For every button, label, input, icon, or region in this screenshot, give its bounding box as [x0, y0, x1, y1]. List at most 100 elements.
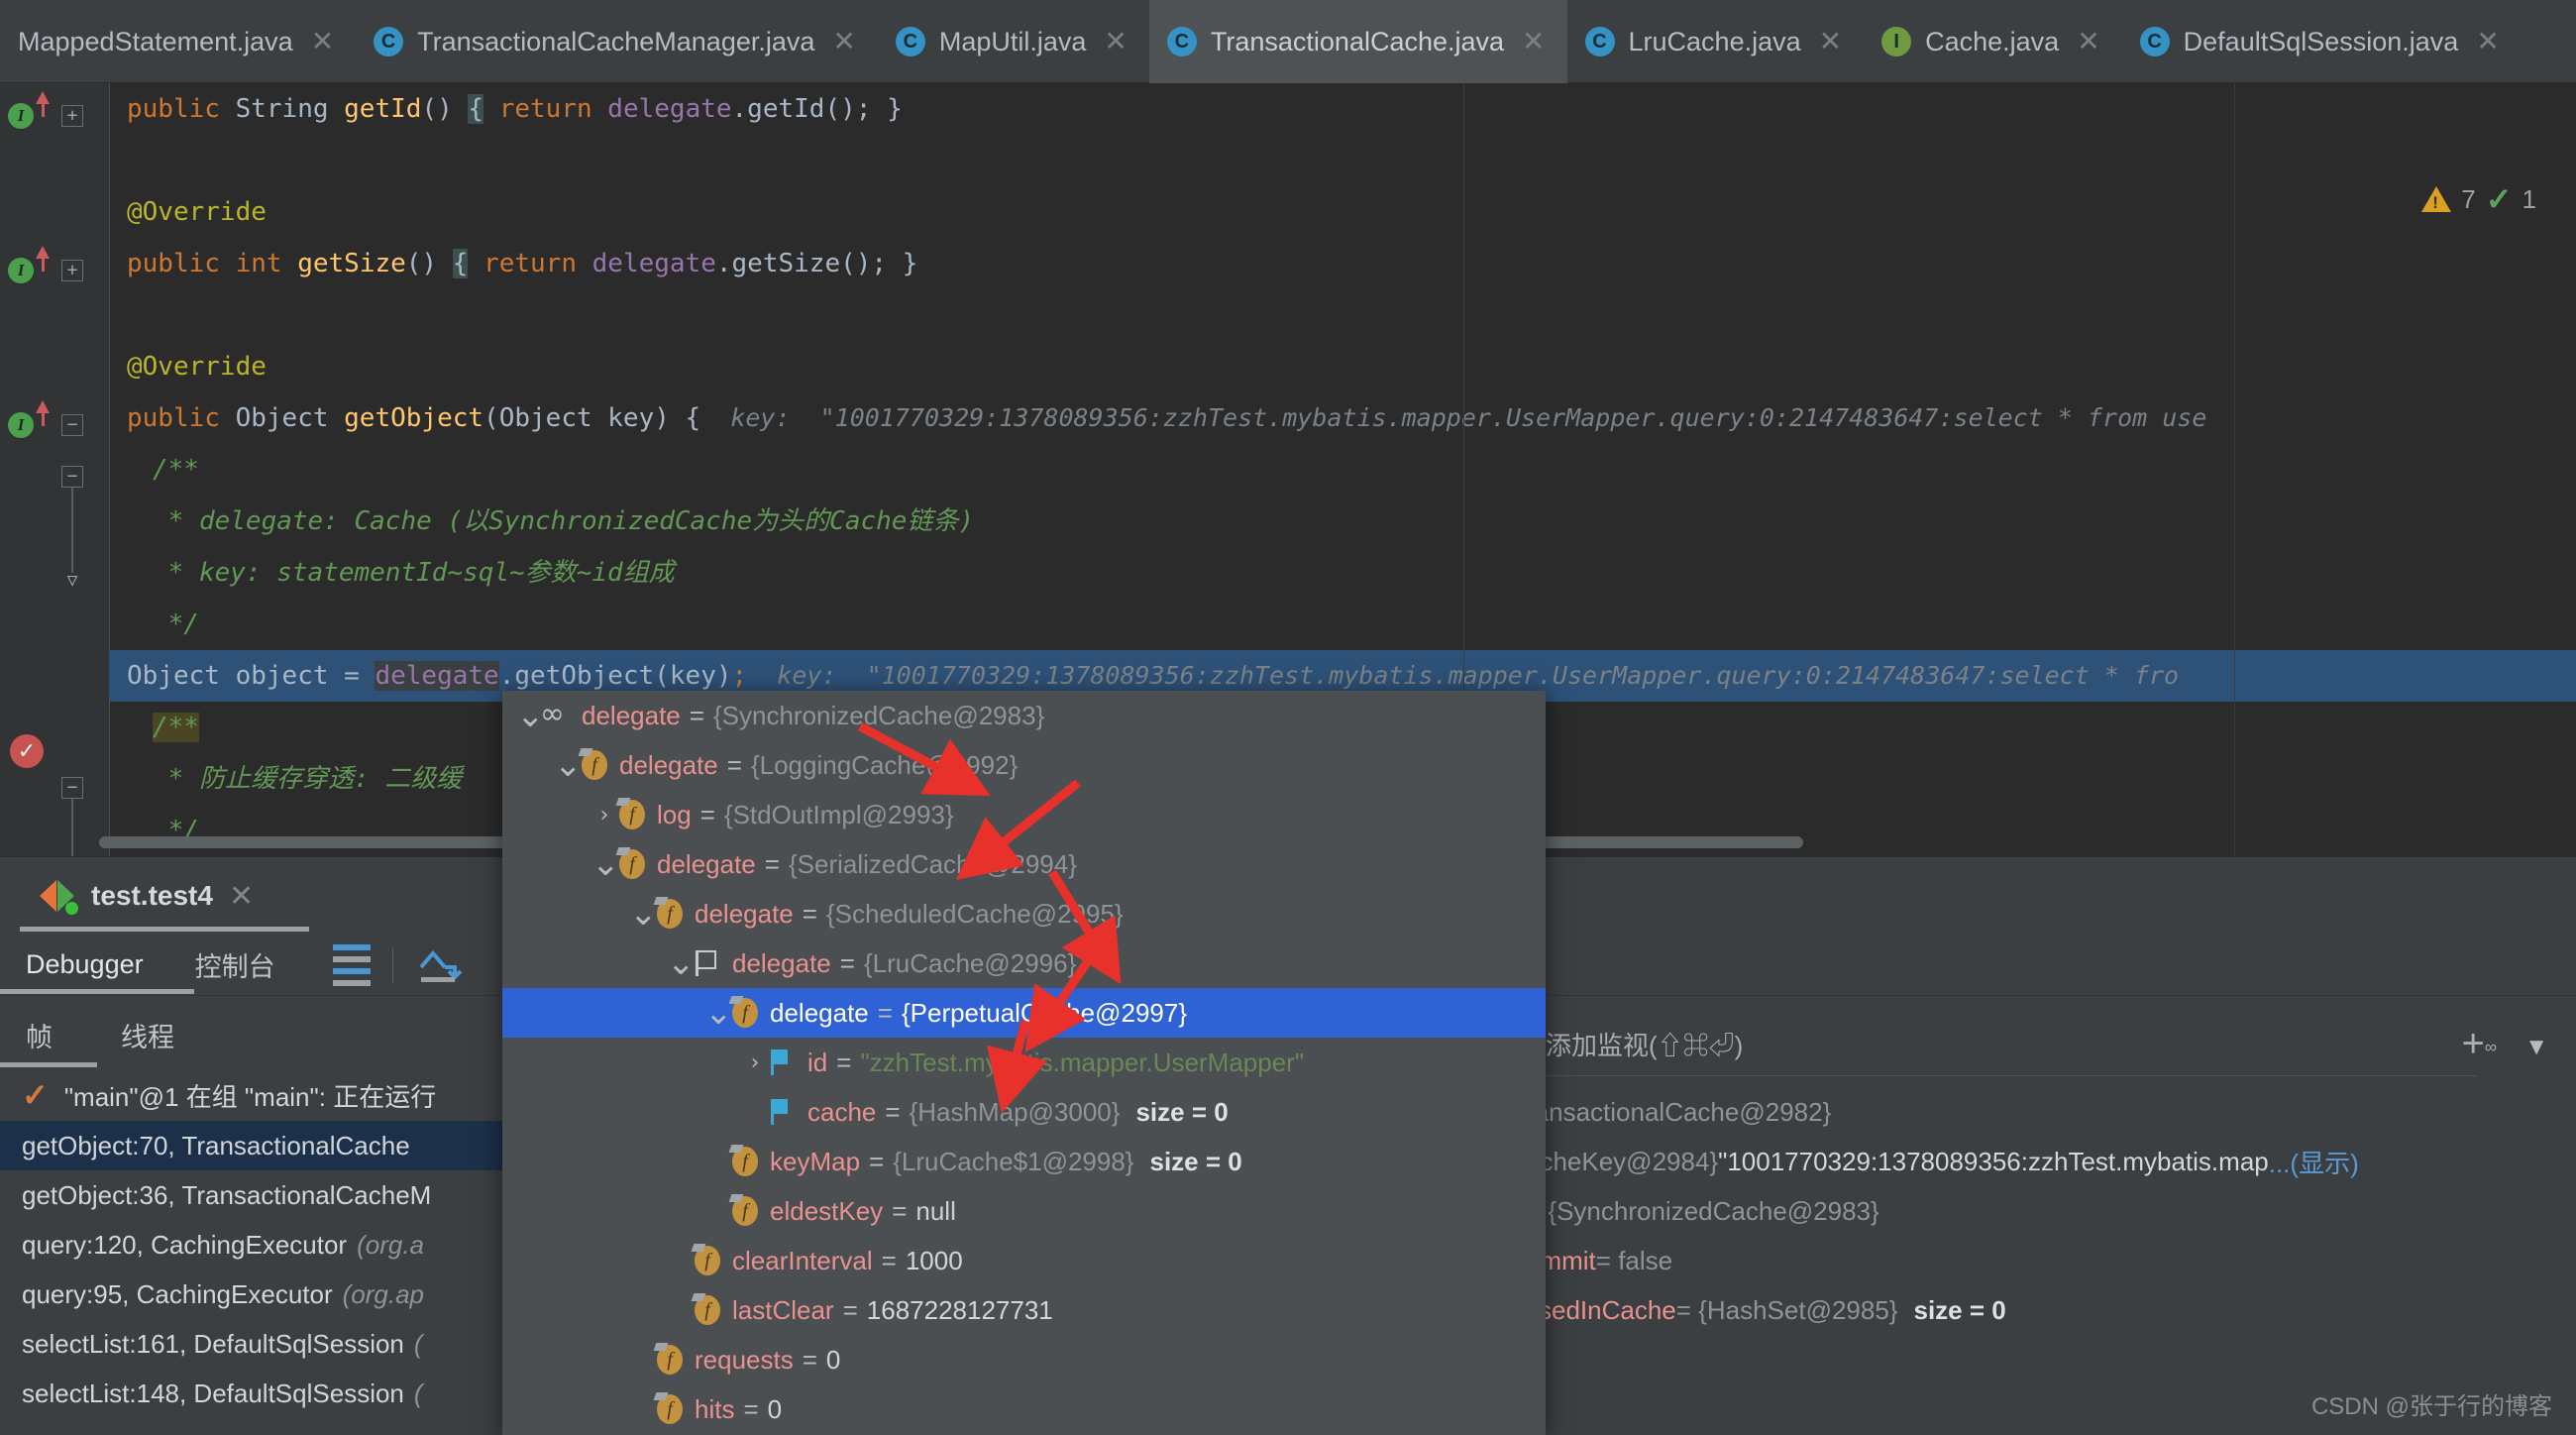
class-icon: C: [895, 27, 925, 56]
equals-sign: =: [836, 1047, 852, 1077]
stack-frame-row[interactable]: getObject:70, TransactionalCache: [0, 1121, 515, 1170]
stack-frame-row[interactable]: selectList:161, DefaultSqlSession (: [0, 1319, 515, 1369]
chevron-right-icon[interactable]: ›: [591, 803, 617, 828]
close-icon[interactable]: ✕: [1819, 28, 1842, 55]
variable-row[interactable]: ommit = false: [1526, 1236, 2517, 1285]
show-value-link[interactable]: ...(显示): [2269, 1144, 2359, 1180]
chevron-down-icon[interactable]: ⌄: [704, 996, 733, 1030]
tree-node-row[interactable]: lastClear = 1687228127731: [502, 1285, 1546, 1335]
stack-frame-row[interactable]: selectList:148, DefaultSqlSession (: [0, 1369, 515, 1418]
override-marker-icon[interactable]: I: [8, 258, 34, 283]
run-configuration-tab[interactable]: test.test4 ✕: [40, 865, 254, 927]
tree-node-row[interactable]: ⌄ delegate = {SerializedCache@2994}: [502, 839, 1546, 889]
fold-expand-icon[interactable]: +: [61, 105, 83, 127]
code-line: @Override: [127, 186, 267, 238]
close-icon[interactable]: ✕: [2077, 28, 2099, 55]
tree-node-row[interactable]: ⌄ delegate = {LoggingCache@2992}: [502, 740, 1546, 790]
editor-tab-transactionalcache[interactable]: C TransactionalCache.java ✕: [1148, 0, 1567, 83]
close-icon[interactable]: ✕: [229, 879, 254, 914]
toolbar-divider: [391, 946, 393, 983]
code-line: /**: [153, 444, 199, 496]
code-token: Object: [127, 661, 236, 691]
stack-frame-row[interactable]: query:95, CachingExecutor (org.ap: [0, 1269, 515, 1319]
run-config-label: test.test4: [91, 880, 213, 911]
tab-console[interactable]: 控制台: [169, 935, 301, 996]
inline-debug-value[interactable]: key: "1001770329:1378089356:zzhTest.myba…: [700, 403, 2206, 432]
restore-layout-icon[interactable]: [415, 945, 465, 985]
tree-node-row[interactable]: › log= {StdOutImpl@2993}: [502, 790, 1546, 839]
tree-node-value: {LruCache@2996}: [863, 947, 1077, 978]
variable-row[interactable]: ssedInCache = {HashSet@2985} size = 0: [1526, 1285, 2517, 1335]
tree-node-row[interactable]: ⌄ delegate = {SynchronizedCache@2983}: [502, 691, 1546, 740]
code-token: {: [452, 249, 469, 278]
close-icon[interactable]: ✕: [1522, 28, 1545, 55]
chevron-down-icon[interactable]: ⌄: [516, 699, 545, 732]
close-icon[interactable]: ✕: [311, 28, 334, 55]
variables-list[interactable]: ransactionalCache@2982} acheKey@2984} "10…: [1526, 1087, 2517, 1335]
thread-status-row[interactable]: ✓ "main"@1 在组 "main": 正在运行: [0, 1069, 515, 1121]
override-marker-icon[interactable]: I: [8, 412, 34, 438]
override-marker-icon[interactable]: I: [8, 103, 34, 129]
close-icon[interactable]: ✕: [1104, 28, 1127, 55]
fold-collapse-icon[interactable]: −: [61, 414, 83, 436]
variable-row[interactable]: = {SynchronizedCache@2983}: [1526, 1186, 2517, 1236]
chevron-right-icon[interactable]: ›: [742, 1050, 768, 1075]
field-icon: [617, 798, 647, 831]
tree-node-row[interactable]: › id = "zzhTest.mybatis.mapper.UserMapper": [502, 1038, 1546, 1087]
editor-tab-transactionalcachemanager[interactable]: C TransactionalCacheManager.java ✕: [356, 0, 878, 83]
equals-sign: =: [881, 1245, 897, 1275]
code-token: getObject: [344, 403, 484, 433]
tab-threads[interactable]: 线程: [121, 1016, 174, 1054]
chevron-down-icon[interactable]: ⌄: [591, 847, 620, 881]
tab-threads-label: 线程: [121, 1023, 174, 1052]
call-stack-frames-list[interactable]: getObject:70, TransactionalCache getObjec…: [0, 1121, 515, 1418]
class-icon: C: [374, 27, 404, 56]
editor-tab-label: MapUtil.java: [938, 26, 1087, 56]
plus-icon[interactable]: +∞: [2462, 1022, 2497, 1066]
fold-collapse-icon[interactable]: −: [61, 466, 83, 488]
tree-node-row[interactable]: ⌄ delegate = {PerpetualCache@2997}: [502, 988, 1546, 1038]
chevron-down-icon[interactable]: ▼: [2524, 1034, 2548, 1061]
field-icon: [730, 1145, 760, 1178]
editor-tab-defaultsqlsession[interactable]: C DefaultSqlSession.java ✕: [2122, 0, 2522, 83]
stack-frame-row[interactable]: query:120, CachingExecutor (org.a: [0, 1220, 515, 1269]
fold-expand-icon[interactable]: +: [61, 260, 83, 281]
inline-value-popup-tree[interactable]: ⌄ delegate = {SynchronizedCache@2983} ⌄ deleg…: [502, 691, 1546, 1435]
debugger-tab-underline: [0, 989, 194, 994]
fold-region-end-icon: ▽: [66, 570, 78, 591]
tree-node-row[interactable]: hits = 0: [502, 1384, 1546, 1434]
fold-collapse-icon[interactable]: −: [61, 777, 83, 799]
editor-tab-cache[interactable]: I Cache.java ✕: [1864, 0, 2122, 83]
editor-tab-label: Cache.java: [1925, 26, 2060, 56]
tree-node-row[interactable]: clearInterval = 1000: [502, 1236, 1546, 1285]
tab-frames[interactable]: 帧: [26, 1016, 53, 1054]
editor-tab-maputil[interactable]: C MapUtil.java ✕: [878, 0, 1149, 83]
tab-debugger[interactable]: Debugger: [0, 935, 169, 996]
variable-row[interactable]: acheKey@2984} "1001770329:1378089356:zzh…: [1526, 1137, 2517, 1186]
tree-node-row[interactable]: requests = 0: [502, 1335, 1546, 1384]
tree-node-row[interactable]: keyMap = {LruCache$1@2998} size = 0: [502, 1137, 1546, 1186]
editor-tab-label: MappedStatement.java: [18, 26, 293, 56]
watch-placeholder-row[interactable]: 添加监视(⇧⌘⏎): [1546, 1014, 2467, 1073]
layout-lines-icon[interactable]: [332, 943, 371, 986]
tree-node-name: log: [657, 799, 692, 829]
tree-node-row[interactable]: eldestKey =null: [502, 1186, 1546, 1236]
variable-string-value: "1001770329:1378089356:zzhTest.mybatis.m…: [1718, 1146, 2269, 1176]
close-icon[interactable]: ✕: [832, 28, 855, 55]
tree-node-row[interactable]: ⌄ delegate = {LruCache@2996}: [502, 938, 1546, 988]
tree-node-row[interactable]: cache = {HashMap@3000} size = 0: [502, 1087, 1546, 1137]
editor-tab-mappedstatement[interactable]: MappedStatement.java ✕: [0, 0, 356, 83]
stack-frame-row[interactable]: getObject:36, TransactionalCacheM: [0, 1170, 515, 1220]
variable-row[interactable]: ransactionalCache@2982}: [1526, 1087, 2517, 1137]
close-icon[interactable]: ✕: [2476, 28, 2499, 55]
field-icon: [655, 897, 685, 931]
chevron-down-icon[interactable]: ⌄: [629, 897, 658, 931]
tree-node-size: size = 0: [1135, 1096, 1229, 1127]
chevron-down-icon[interactable]: ⌄: [554, 748, 583, 782]
tree-node-row[interactable]: ⌄ delegate = {ScheduledCache@2995}: [502, 889, 1546, 938]
editor-tab-lrucache[interactable]: C LruCache.java ✕: [1567, 0, 1865, 83]
inspection-status-widget[interactable]: 7 ✓ 1: [2421, 180, 2536, 218]
breakpoint-icon[interactable]: ✓: [10, 734, 44, 768]
chevron-down-icon[interactable]: ⌄: [667, 946, 696, 980]
thread-status-label: "main"@1 在组 "main": 正在运行: [63, 1081, 437, 1112]
